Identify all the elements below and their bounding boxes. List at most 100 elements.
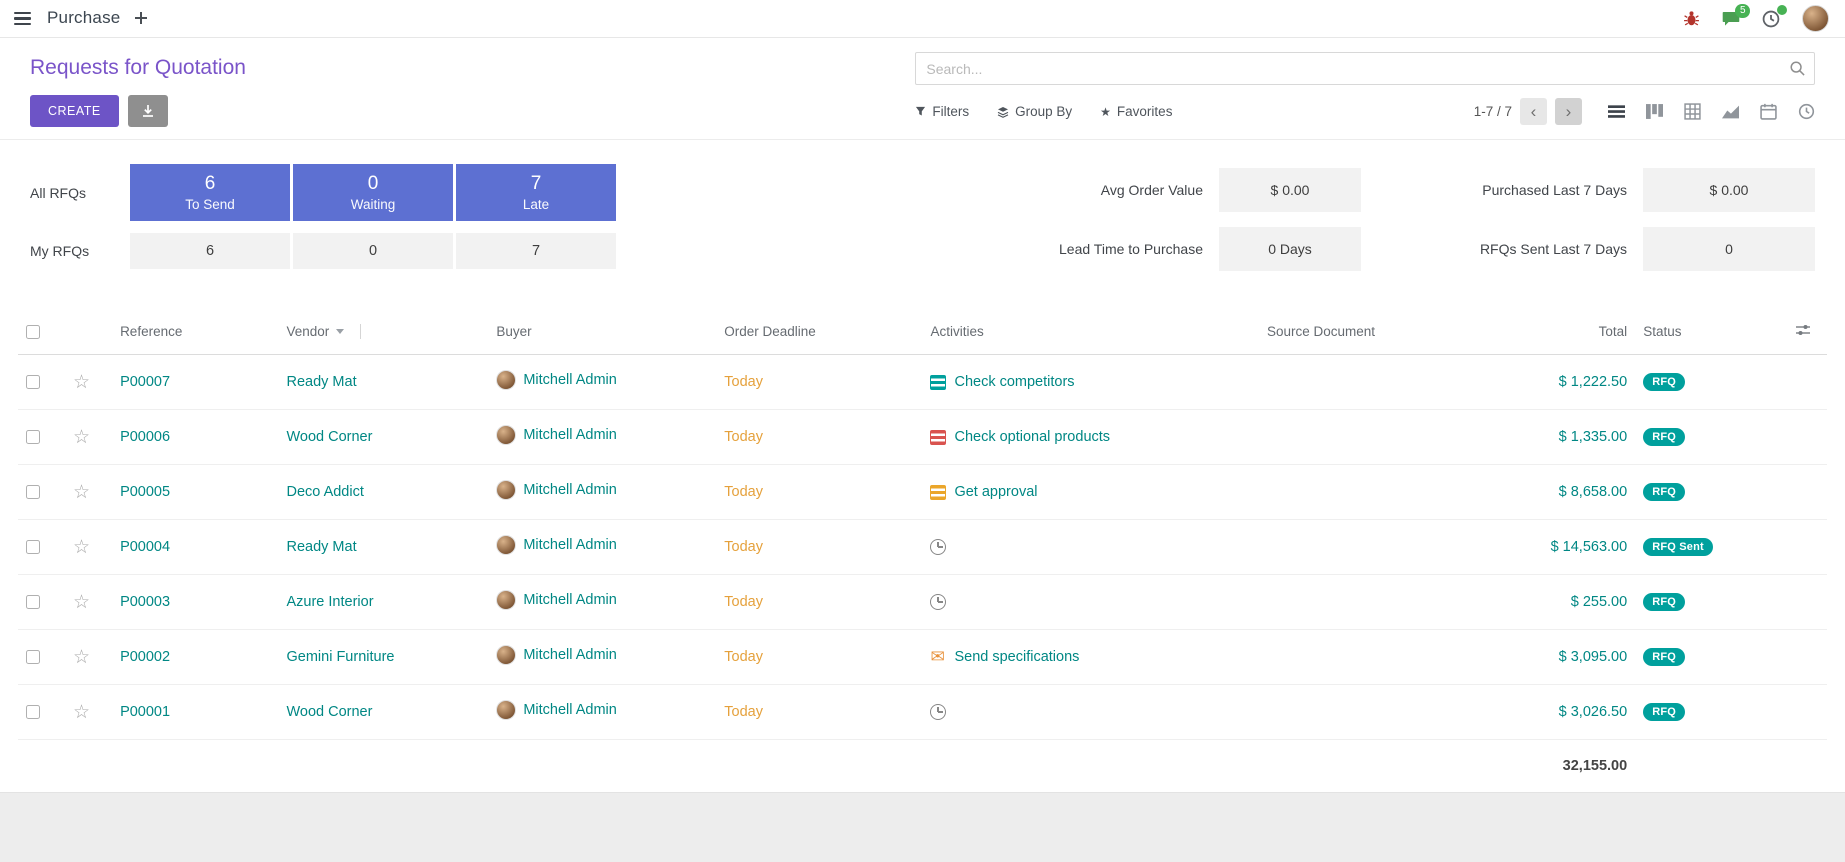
favorite-star-icon[interactable]	[73, 431, 90, 447]
header-activities[interactable]: Activities	[922, 309, 1258, 355]
pager-previous-button[interactable]	[1520, 98, 1547, 125]
order-deadline-value: Today	[724, 649, 763, 665]
activity-clock-icon[interactable]	[930, 704, 946, 720]
activity-type-icon[interactable]	[930, 375, 946, 390]
reference-link: P00004	[120, 539, 170, 555]
purchase-dashboard: All RFQs 6 To Send 0 Waiting 7 Late My R…	[0, 140, 1845, 309]
my-card-late[interactable]: 7	[456, 233, 616, 269]
header-status[interactable]: Status	[1635, 309, 1787, 355]
total-amount: $ 1,222.50	[1559, 374, 1628, 390]
export-button[interactable]	[128, 95, 168, 127]
row-checkbox[interactable]	[26, 375, 40, 389]
header-source-document[interactable]: Source Document	[1259, 309, 1449, 355]
filters-button[interactable]: Filters	[915, 104, 969, 119]
pager-next-button[interactable]	[1555, 98, 1582, 125]
table-row[interactable]: P00001 Wood Corner Mitchell Admin Today …	[18, 685, 1827, 740]
my-card-waiting[interactable]: 0	[293, 233, 453, 269]
calendar-view-icon[interactable]	[1760, 103, 1777, 120]
buyer-avatar	[496, 590, 516, 610]
messages-icon[interactable]: 5	[1722, 11, 1740, 27]
table-row[interactable]: P00003 Azure Interior Mitchell Admin Tod…	[18, 575, 1827, 630]
list-view-icon[interactable]	[1608, 103, 1625, 120]
vendor-link: Gemini Furniture	[286, 649, 394, 665]
column-separator	[360, 324, 361, 339]
header-vendor[interactable]: Vendor	[278, 309, 488, 355]
my-rfqs-label[interactable]: My RFQs	[30, 243, 130, 259]
header-buyer[interactable]: Buyer	[488, 309, 716, 355]
activity-view-icon[interactable]	[1798, 103, 1815, 120]
activity-label[interactable]: Send specifications	[954, 649, 1079, 665]
buyer-avatar	[496, 700, 516, 720]
status-badge: RFQ	[1643, 483, 1685, 501]
activity-label[interactable]: Get approval	[954, 484, 1037, 500]
select-all-checkbox[interactable]	[26, 325, 40, 339]
status-badge: RFQ Sent	[1643, 538, 1713, 556]
search-input[interactable]	[915, 52, 1815, 85]
favorite-star-icon[interactable]	[73, 376, 90, 392]
pager-range[interactable]: 1-7 / 7	[1474, 104, 1512, 119]
total-amount: $ 255.00	[1571, 594, 1627, 610]
row-checkbox[interactable]	[26, 485, 40, 499]
row-checkbox[interactable]	[26, 540, 40, 554]
row-checkbox[interactable]	[26, 595, 40, 609]
activity-label[interactable]: Check optional products	[954, 429, 1110, 445]
table-row[interactable]: P00007 Ready Mat Mitchell Admin Today Ch…	[18, 355, 1827, 410]
rfqs-sent-last-7-days[interactable]: 0	[1643, 227, 1815, 271]
favorite-star-icon[interactable]	[73, 596, 90, 612]
card-waiting[interactable]: 0 Waiting	[293, 164, 453, 221]
activity-type-icon[interactable]	[930, 485, 946, 500]
activities-clock-icon[interactable]	[1762, 10, 1780, 28]
table-row[interactable]: P00005 Deco Addict Mitchell Admin Today …	[18, 465, 1827, 520]
apps-menu-icon[interactable]	[12, 8, 33, 29]
card-late[interactable]: 7 Late	[456, 164, 616, 221]
header-total[interactable]: Total	[1449, 309, 1635, 355]
create-button[interactable]: CREATE	[30, 95, 119, 127]
avg-order-value[interactable]: $ 0.00	[1219, 168, 1361, 212]
order-deadline-value: Today	[724, 704, 763, 720]
activity-label[interactable]: Check competitors	[954, 374, 1074, 390]
group-by-button[interactable]: Group By	[997, 104, 1072, 119]
pivot-view-icon[interactable]	[1684, 103, 1701, 120]
kanban-view-icon[interactable]	[1646, 103, 1663, 120]
all-rfqs-label[interactable]: All RFQs	[30, 185, 130, 201]
table-row[interactable]: P00004 Ready Mat Mitchell Admin Today $ …	[18, 520, 1827, 575]
activity-clock-icon[interactable]	[930, 594, 946, 610]
card-to-send[interactable]: 6 To Send	[130, 164, 290, 221]
user-avatar[interactable]	[1802, 5, 1829, 32]
row-checkbox[interactable]	[26, 430, 40, 444]
add-tab-icon[interactable]	[134, 11, 148, 25]
table-row[interactable]: P00006 Wood Corner Mitchell Admin Today …	[18, 410, 1827, 465]
sum-total: 32,155.00	[1563, 758, 1628, 774]
favorite-star-icon[interactable]	[73, 541, 90, 557]
buyer-avatar	[496, 645, 516, 665]
page-title: Requests for Quotation	[30, 56, 915, 80]
total-amount: $ 8,658.00	[1559, 484, 1628, 500]
sort-caret-icon	[336, 329, 344, 334]
activity-clock-icon[interactable]	[930, 539, 946, 555]
my-card-to-send[interactable]: 6	[130, 233, 290, 269]
row-checkbox[interactable]	[26, 705, 40, 719]
search-icon	[1789, 60, 1806, 81]
favorites-button[interactable]: Favorites	[1100, 104, 1172, 119]
activity-email-icon[interactable]	[930, 650, 946, 665]
graph-view-icon[interactable]	[1722, 103, 1739, 120]
app-name[interactable]: Purchase	[47, 8, 120, 28]
activity-type-icon[interactable]	[930, 430, 946, 445]
reference-link: P00003	[120, 594, 170, 610]
header-order-deadline[interactable]: Order Deadline	[716, 309, 922, 355]
lead-time-value[interactable]: 0 Days	[1219, 227, 1361, 271]
optional-columns-icon[interactable]	[1795, 322, 1811, 338]
purchased-last-7-days[interactable]: $ 0.00	[1643, 168, 1815, 212]
favorite-star-icon[interactable]	[73, 706, 90, 722]
debug-bug-icon[interactable]	[1683, 10, 1700, 27]
status-badge: RFQ	[1643, 593, 1685, 611]
buyer-avatar	[496, 535, 516, 555]
table-row[interactable]: P00002 Gemini Furniture Mitchell Admin T…	[18, 630, 1827, 685]
header-reference[interactable]: Reference	[112, 309, 278, 355]
buyer-name: Mitchell Admin	[523, 702, 616, 718]
favorite-star-icon[interactable]	[73, 651, 90, 667]
favorite-star-icon[interactable]	[73, 486, 90, 502]
reference-link: P00006	[120, 429, 170, 445]
row-checkbox[interactable]	[26, 650, 40, 664]
rfq-list-table: Reference Vendor Buyer Order Deadline Ac…	[18, 309, 1827, 792]
